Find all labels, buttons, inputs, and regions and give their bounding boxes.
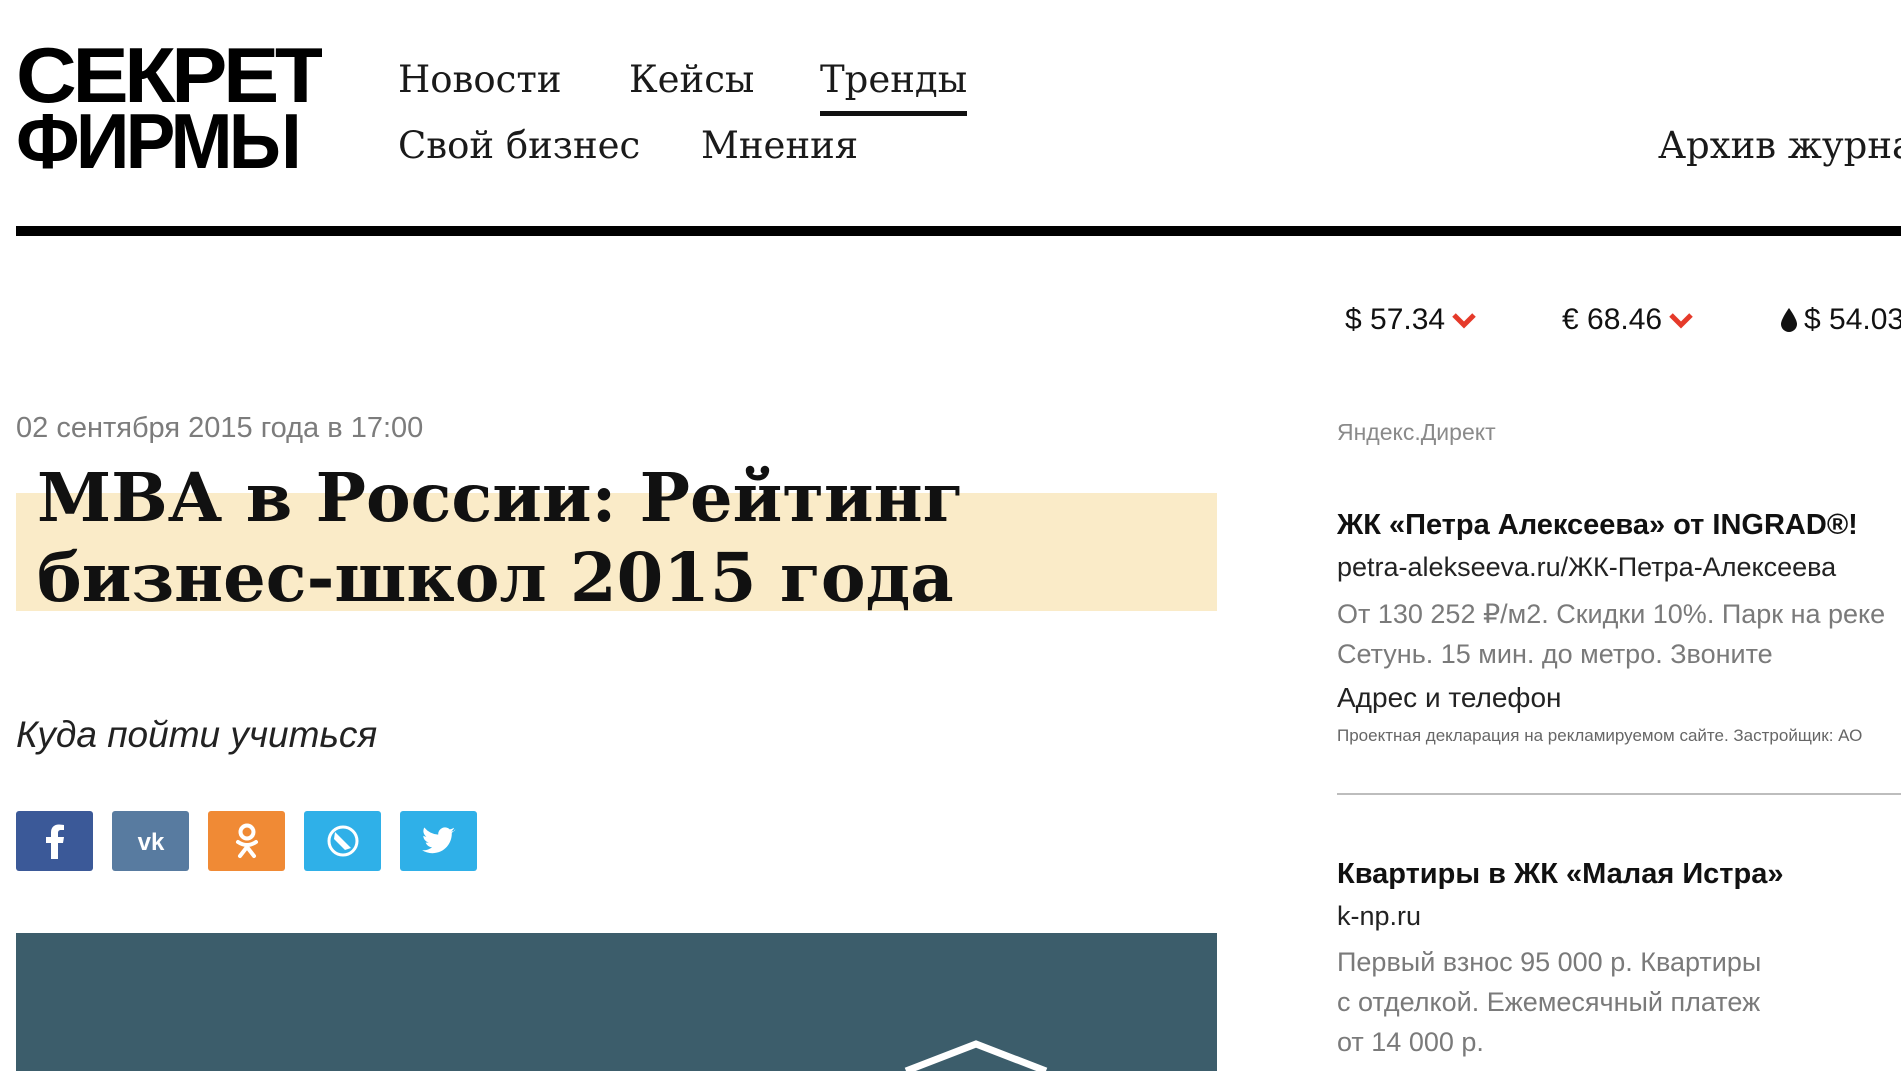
twitter-icon <box>421 827 455 854</box>
nav-opinions[interactable]: Мнения <box>701 124 858 168</box>
article-hero-image <box>16 933 1217 1071</box>
article-title: МВА в России: Рейтинг бизнес-школ 2015 г… <box>37 458 964 617</box>
rate-usd: $ 57.34 <box>1345 303 1477 337</box>
ad-source-label[interactable]: Яндекс.Директ <box>1337 419 1496 446</box>
nav-own-business[interactable]: Свой бизнес <box>398 124 640 168</box>
ad-2-text: Первый взнос 95 000 р. Квартиры с отделк… <box>1337 942 1897 1062</box>
oil-drop-icon <box>1781 308 1797 332</box>
logo-line-2: ФИРМЫ <box>16 97 298 176</box>
vk-icon: vk <box>137 829 164 853</box>
article-date: 02 сентября 2015 года в 17:00 <box>16 412 424 444</box>
chevron-down-icon <box>1669 313 1693 329</box>
ad-1-contact-link[interactable]: Адрес и телефон <box>1337 682 1562 714</box>
hero-illustration <box>904 1040 1048 1071</box>
share-livejournal-button[interactable] <box>304 811 381 871</box>
share-twitter-button[interactable] <box>400 811 477 871</box>
ad-1-title[interactable]: ЖК «Петра Алексеева» от INGRAD®! <box>1337 509 1858 542</box>
ad-1-url[interactable]: petra-alekseeva.ru/ЖК-Петра-Алексеева <box>1337 552 1836 583</box>
rate-eur-value: € 68.46 <box>1562 303 1663 336</box>
ad-2-text-line: с отделкой. Ежемесячный платеж <box>1337 987 1761 1017</box>
ad-divider <box>1337 793 1901 795</box>
svg-text:vk: vk <box>137 829 164 853</box>
site-logo[interactable]: СЕКРЕТ ФИРМЫ <box>16 36 322 176</box>
ad-1-legal: Проектная декларация на рекламируемом са… <box>1337 726 1863 745</box>
ad-2-text-line: от 14 000 р. <box>1337 1027 1484 1057</box>
ad-2-url[interactable]: k-np.ru <box>1337 901 1421 932</box>
ad-1-text: От 130 252 ₽/м2. Скидки 10%. Парк на рек… <box>1337 594 1897 674</box>
share-facebook-button[interactable] <box>16 811 93 871</box>
nav-cases[interactable]: Кейсы <box>629 58 754 102</box>
ad-1-text-line: От 130 252 ₽/м2. Скидки 10%. Парк на рек… <box>1337 599 1886 629</box>
nav-trends[interactable]: Тренды <box>820 58 968 116</box>
rate-eur: € 68.46 <box>1562 303 1694 337</box>
ad-2-title[interactable]: Квартиры в ЖК «Малая Истра» <box>1337 858 1783 891</box>
article-title-block: МВА в России: Рейтинг бизнес-школ 2015 г… <box>16 458 1217 618</box>
rate-oil: $ 54.03 <box>1780 303 1901 337</box>
chevron-down-icon <box>1452 313 1476 329</box>
odnoklassniki-icon <box>235 823 258 858</box>
ad-2-text-line: Первый взнос 95 000 р. Квартиры <box>1337 947 1762 977</box>
header-divider <box>16 226 1901 236</box>
share-odnoklassniki-button[interactable] <box>208 811 285 871</box>
share-vk-button[interactable]: vk <box>112 811 189 871</box>
nav-news[interactable]: Новости <box>398 58 562 102</box>
article-subtitle: Куда пойти учиться <box>16 714 378 755</box>
facebook-icon <box>45 824 64 859</box>
ad-1-text-line: Сетунь. 15 мин. до метро. Звоните <box>1337 639 1773 669</box>
livejournal-icon <box>327 825 358 857</box>
nav-archive[interactable]: Архив журнал <box>1658 124 1901 168</box>
rate-usd-value: $ 57.34 <box>1345 303 1446 336</box>
rate-oil-value: $ 54.03 <box>1804 303 1901 336</box>
